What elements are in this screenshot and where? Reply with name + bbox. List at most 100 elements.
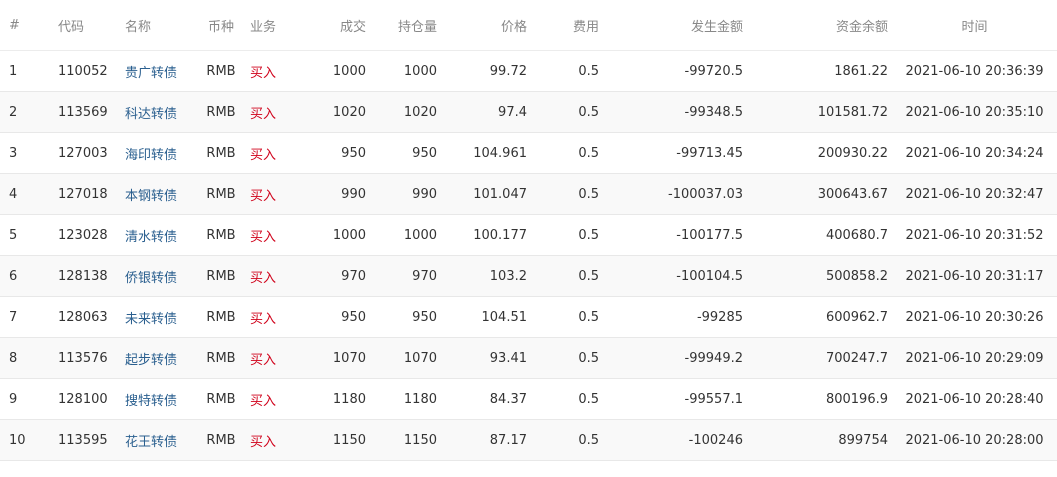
cell-price: 84.37 <box>441 378 531 420</box>
cell-amount: -100037.03 <box>603 173 747 215</box>
cell-index: 1 <box>0 50 48 92</box>
cell-balance: 300643.67 <box>747 173 892 215</box>
bond-name-link[interactable]: 起步转债 <box>125 353 177 368</box>
bond-name-link[interactable]: 贵广转债 <box>125 66 177 81</box>
cell-currency: RMB <box>196 419 246 461</box>
cell-currency: RMB <box>196 255 246 297</box>
cell-name: 未来转债 <box>114 296 196 338</box>
cell-deal: 970 <box>294 255 370 297</box>
cell-business: 买入 <box>246 214 294 256</box>
cell-amount: -99285 <box>603 296 747 338</box>
cell-name: 贵广转债 <box>114 50 196 92</box>
business-type-buy: 买入 <box>250 229 277 245</box>
cell-business: 买入 <box>246 255 294 297</box>
table-body: 1 110052 贵广转债 RMB 买入 1000 1000 99.72 0.5… <box>0 50 1057 461</box>
bond-name-link[interactable]: 本钢转债 <box>125 189 177 204</box>
business-type-buy: 买入 <box>250 270 277 286</box>
cell-time: 2021-06-10 20:32:47 <box>892 173 1057 215</box>
cell-price: 104.51 <box>441 296 531 338</box>
cell-position: 1180 <box>370 378 441 420</box>
header-amount: 发生金额 <box>603 0 747 51</box>
cell-position: 1000 <box>370 50 441 92</box>
table-row: 5 123028 清水转债 RMB 买入 1000 1000 100.177 0… <box>0 214 1057 256</box>
cell-position: 950 <box>370 132 441 174</box>
header-time: 时间 <box>892 0 1057 51</box>
cell-price: 93.41 <box>441 337 531 379</box>
cell-position: 1020 <box>370 91 441 133</box>
cell-index: 8 <box>0 337 48 379</box>
cell-deal: 1000 <box>294 214 370 256</box>
cell-deal: 1180 <box>294 378 370 420</box>
cell-deal: 950 <box>294 296 370 338</box>
cell-amount: -99348.5 <box>603 91 747 133</box>
cell-price: 99.72 <box>441 50 531 92</box>
table-row: 9 128100 搜特转债 RMB 买入 1180 1180 84.37 0.5… <box>0 378 1057 420</box>
cell-time: 2021-06-10 20:31:17 <box>892 255 1057 297</box>
table-header-row: # 代码 名称 币种 业务 成交 持仓量 价格 费用 发生金额 资金余额 时间 <box>0 0 1057 51</box>
cell-deal: 1150 <box>294 419 370 461</box>
cell-code: 128138 <box>48 255 114 297</box>
cell-index: 4 <box>0 173 48 215</box>
cell-index: 2 <box>0 91 48 133</box>
cell-fee: 0.5 <box>531 214 603 256</box>
bond-name-link[interactable]: 搜特转债 <box>125 394 177 409</box>
cell-currency: RMB <box>196 91 246 133</box>
cell-fee: 0.5 <box>531 337 603 379</box>
cell-time: 2021-06-10 20:30:26 <box>892 296 1057 338</box>
table-row: 2 113569 科达转债 RMB 买入 1020 1020 97.4 0.5 … <box>0 91 1057 133</box>
cell-price: 101.047 <box>441 173 531 215</box>
cell-name: 花王转债 <box>114 419 196 461</box>
cell-amount: -100246 <box>603 419 747 461</box>
business-type-buy: 买入 <box>250 434 277 450</box>
cell-fee: 0.5 <box>531 50 603 92</box>
cell-time: 2021-06-10 20:31:52 <box>892 214 1057 256</box>
table-row: 3 127003 海印转债 RMB 买入 950 950 104.961 0.5… <box>0 132 1057 174</box>
header-index: # <box>0 0 48 51</box>
business-type-buy: 买入 <box>250 147 277 163</box>
cell-price: 97.4 <box>441 91 531 133</box>
cell-balance: 101581.72 <box>747 91 892 133</box>
cell-code: 113576 <box>48 337 114 379</box>
bond-name-link[interactable]: 海印转债 <box>125 148 177 163</box>
cell-code: 128063 <box>48 296 114 338</box>
cell-index: 5 <box>0 214 48 256</box>
cell-business: 买入 <box>246 378 294 420</box>
table-row: 10 113595 花王转债 RMB 买入 1150 1150 87.17 0.… <box>0 419 1057 461</box>
cell-balance: 400680.7 <box>747 214 892 256</box>
cell-code: 113595 <box>48 419 114 461</box>
bond-name-link[interactable]: 清水转债 <box>125 230 177 245</box>
cell-currency: RMB <box>196 337 246 379</box>
cell-name: 清水转债 <box>114 214 196 256</box>
cell-business: 买入 <box>246 419 294 461</box>
cell-business: 买入 <box>246 132 294 174</box>
cell-price: 103.2 <box>441 255 531 297</box>
table-row: 7 128063 未来转债 RMB 买入 950 950 104.51 0.5 … <box>0 296 1057 338</box>
cell-fee: 0.5 <box>531 296 603 338</box>
cell-fee: 0.5 <box>531 132 603 174</box>
cell-fee: 0.5 <box>531 173 603 215</box>
business-type-buy: 买入 <box>250 393 277 409</box>
cell-amount: -99720.5 <box>603 50 747 92</box>
bond-name-link[interactable]: 未来转债 <box>125 312 177 327</box>
cell-balance: 600962.7 <box>747 296 892 338</box>
cell-fee: 0.5 <box>531 255 603 297</box>
business-type-buy: 买入 <box>250 106 277 122</box>
cell-name: 海印转债 <box>114 132 196 174</box>
cell-business: 买入 <box>246 173 294 215</box>
header-fee: 费用 <box>531 0 603 51</box>
header-deal: 成交 <box>294 0 370 51</box>
cell-position: 970 <box>370 255 441 297</box>
bond-name-link[interactable]: 花王转债 <box>125 435 177 450</box>
cell-business: 买入 <box>246 91 294 133</box>
cell-position: 1000 <box>370 214 441 256</box>
cell-time: 2021-06-10 20:28:00 <box>892 419 1057 461</box>
bond-name-link[interactable]: 科达转债 <box>125 107 177 122</box>
cell-currency: RMB <box>196 214 246 256</box>
bond-name-link[interactable]: 侨银转债 <box>125 271 177 286</box>
cell-balance: 899754 <box>747 419 892 461</box>
cell-deal: 1000 <box>294 50 370 92</box>
cell-deal: 990 <box>294 173 370 215</box>
cell-fee: 0.5 <box>531 91 603 133</box>
table-row: 4 127018 本钢转债 RMB 买入 990 990 101.047 0.5… <box>0 173 1057 215</box>
cell-name: 搜特转债 <box>114 378 196 420</box>
